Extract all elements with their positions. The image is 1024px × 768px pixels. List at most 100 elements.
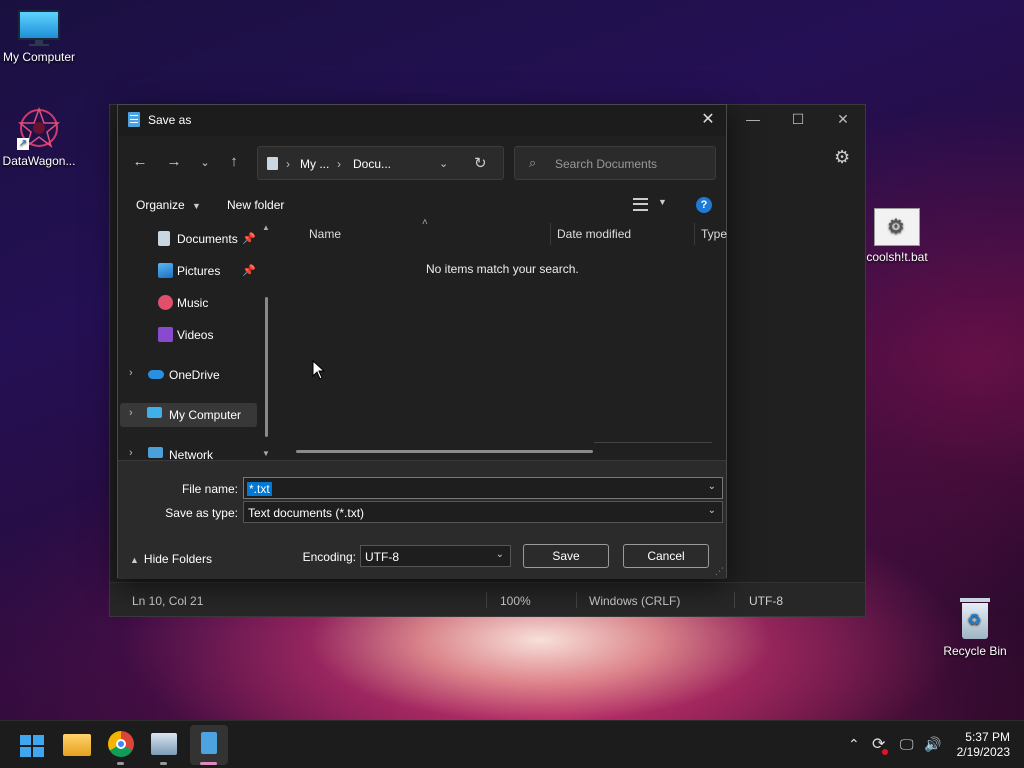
gear-icon: ⚙ (887, 216, 905, 238)
breadcrumb-my-computer[interactable]: My ... (300, 157, 329, 171)
minimize-icon[interactable]: — (738, 111, 768, 127)
dialog-close-button[interactable]: ✕ (696, 109, 720, 131)
settings-gear-icon[interactable]: ⚙ (834, 147, 850, 168)
pin-icon[interactable]: 📌 (242, 264, 256, 277)
maximize-icon[interactable]: ☐ (783, 111, 813, 128)
start-windows-icon[interactable] (20, 735, 44, 757)
scroll-down-arrow-icon[interactable]: ▼ (262, 449, 270, 458)
chevron-down-icon[interactable]: ⌄ (496, 549, 504, 560)
scroll-up-arrow-icon[interactable]: ▲ (262, 223, 270, 232)
dialog-titlebar[interactable]: Save as ✕ (118, 105, 726, 136)
nav-item-documents[interactable]: Documents 📌 (118, 227, 268, 251)
status-encoding: UTF-8 (749, 594, 783, 608)
chrome-icon[interactable] (108, 731, 134, 757)
nav-item-onedrive[interactable]: › OneDrive (118, 363, 268, 387)
desktop-icon-batch-file[interactable]: ⚙ coolsh!t.bat (855, 208, 939, 264)
clock-date: 2/19/2023 (956, 745, 1010, 759)
breadcrumb-separator-icon: › (286, 157, 290, 171)
pin-icon[interactable]: 📌 (242, 232, 256, 245)
batch-file-icon: ⚙ (874, 208, 920, 246)
taskbar-notepad-active[interactable] (190, 725, 228, 765)
search-placeholder: Search Documents (555, 157, 658, 171)
column-header-type[interactable]: Type (701, 227, 727, 241)
chevron-down-icon[interactable]: ⌄ (708, 481, 716, 492)
status-bar: Ln 10, Col 21 100% Windows (CRLF) UTF-8 (110, 582, 865, 616)
breadcrumb-separator-icon: › (337, 157, 341, 171)
save-as-type-value: Text documents (*.txt) (248, 506, 365, 520)
save-as-type-select[interactable]: Text documents (*.txt) ⌄ (243, 501, 723, 523)
desktop-icon-label: coolsh!t.bat (866, 250, 928, 264)
navigation-pane[interactable]: Documents 📌 Pictures 📌 Music Videos › On… (118, 221, 278, 459)
encoding-select[interactable]: UTF-8 ⌄ (360, 545, 511, 567)
back-arrow-icon[interactable]: ← (130, 153, 150, 170)
clock[interactable]: 5:37 PM 2/19/2023 (957, 730, 1010, 760)
nav-item-network[interactable]: › Network (118, 443, 268, 459)
refresh-icon[interactable]: ↻ (474, 154, 487, 172)
help-icon[interactable]: ? (696, 197, 712, 213)
scrollbar-thumb[interactable] (265, 297, 268, 437)
search-box[interactable]: ⌕ Search Documents (514, 146, 716, 180)
resize-grip-icon[interactable]: ⋰ (715, 566, 724, 577)
save-options-panel: File name: *.txt ⌄ Save as type: Text do… (118, 460, 726, 579)
nav-scrollbar[interactable]: ▲ ▼ (262, 223, 272, 459)
desktop-icon-recycle-bin[interactable]: ♻ Recycle Bin (933, 598, 1017, 658)
new-folder-button[interactable]: New folder (227, 198, 284, 212)
desktop-icon-my-computer[interactable]: My Computer (0, 10, 81, 64)
close-icon[interactable]: ✕ (828, 111, 858, 128)
nav-label: OneDrive (169, 368, 220, 382)
organize-menu[interactable]: Organize ▼ (136, 198, 201, 212)
address-bar[interactable]: › My ... › Docu... ⌄ ↻ (257, 146, 504, 180)
monitor-icon (147, 407, 162, 418)
column-header-date-modified[interactable]: Date modified (557, 227, 631, 241)
breadcrumb-documents[interactable]: Docu... (353, 157, 391, 171)
save-as-dialog[interactable]: Save as ✕ ← → ⌄ ↑ › My ... › Docu... ⌄ ↻… (117, 104, 727, 579)
desktop-icon-label: My Computer (2, 50, 76, 64)
notepad-icon (201, 732, 217, 754)
save-button[interactable]: Save (523, 544, 609, 568)
recent-locations-chevron-icon[interactable]: ⌄ (195, 156, 215, 169)
up-arrow-icon[interactable]: ↑ (224, 153, 244, 170)
horizontal-scrollbar-thumb[interactable] (296, 450, 593, 453)
hide-folders-label: Hide Folders (143, 552, 212, 566)
recycle-bin-icon: ♻ (958, 598, 992, 640)
chevron-right-icon[interactable]: › (129, 407, 133, 419)
status-position: Ln 10, Col 21 (132, 594, 204, 608)
dialog-title: Save as (148, 113, 192, 127)
volume-icon[interactable]: 🔊 (924, 736, 941, 753)
chevron-right-icon[interactable]: › (129, 447, 133, 459)
file-name-input[interactable]: *.txt ⌄ (243, 477, 723, 499)
hide-folders-toggle[interactable]: ▲ Hide Folders (130, 552, 212, 566)
shortcut-arrow-icon: ↗ (17, 138, 29, 150)
forward-arrow-icon[interactable]: → (164, 153, 184, 170)
file-explorer-icon[interactable] (63, 734, 91, 756)
chevron-up-icon[interactable]: ⌃ (848, 736, 860, 753)
desktop-icon-label: Recycle Bin (943, 644, 1007, 658)
documents-icon (158, 231, 170, 246)
nav-item-my-computer[interactable]: › My Computer (120, 403, 257, 427)
column-header-name[interactable]: Name (309, 227, 341, 241)
view-options-icon[interactable]: ▼ (633, 197, 671, 213)
videos-icon (158, 327, 173, 342)
nav-item-pictures[interactable]: Pictures 📌 (118, 259, 268, 283)
monitor-icon (18, 10, 60, 46)
status-zoom: 100% (500, 594, 531, 608)
desktop-icon-datawagon[interactable]: ↗ DataWagon... (0, 106, 81, 168)
documents-icon (267, 157, 278, 170)
sync-error-badge-icon (882, 749, 888, 755)
onedrive-cloud-icon (148, 370, 164, 379)
address-dropdown-chevron-icon[interactable]: ⌄ (439, 157, 448, 170)
save-as-type-label: Save as type: (165, 506, 238, 520)
clock-time: 5:37 PM (965, 730, 1010, 744)
nav-label: Music (177, 296, 209, 310)
network-icon[interactable]: 🖵 (900, 736, 914, 753)
search-icon: ⌕ (529, 155, 537, 170)
nav-item-music[interactable]: Music (118, 291, 268, 315)
desktop-icon-label: DataWagon... (2, 154, 76, 168)
chevron-down-icon[interactable]: ⌄ (708, 505, 716, 516)
cancel-button[interactable]: Cancel (623, 544, 709, 568)
nav-item-videos[interactable]: Videos (118, 323, 268, 347)
status-line-ending: Windows (CRLF) (589, 594, 681, 608)
chevron-right-icon[interactable]: › (129, 367, 133, 379)
remote-desktop-icon[interactable] (151, 733, 177, 755)
sort-indicator-icon: ˄ (422, 217, 428, 228)
